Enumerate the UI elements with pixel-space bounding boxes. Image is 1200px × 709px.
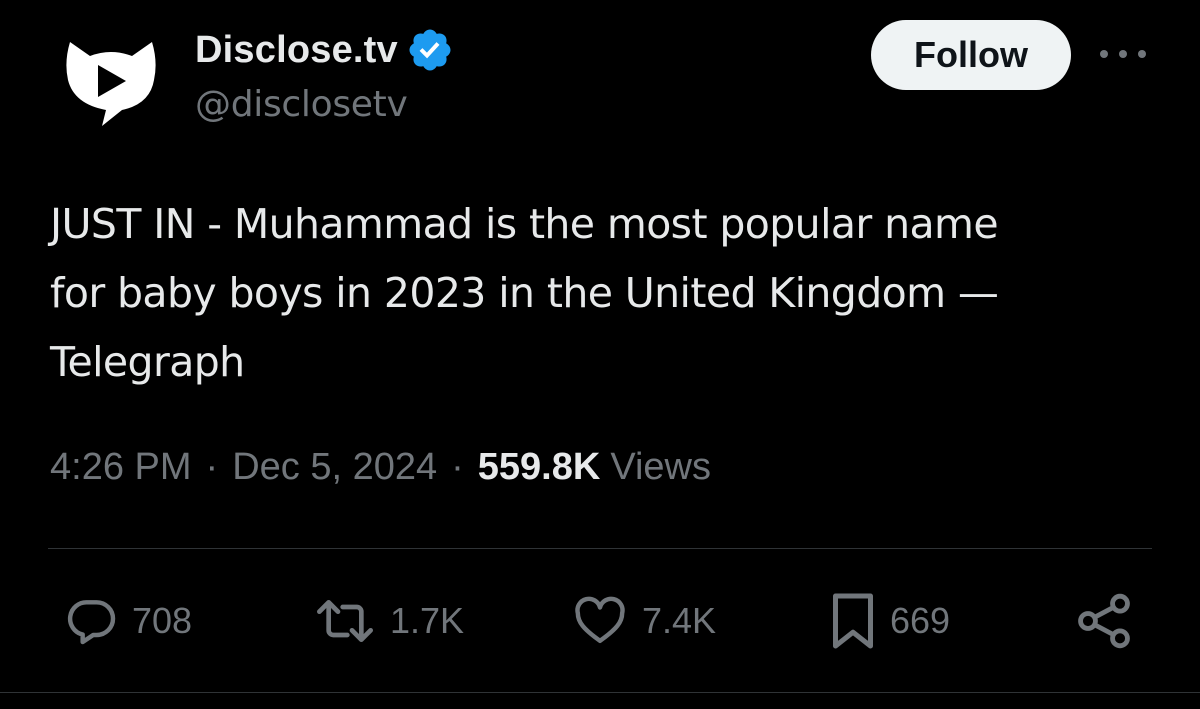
repost-count: 1.7K [390,600,465,641]
avatar[interactable] [62,38,160,128]
tweet-text-line: Telegraph [50,338,245,386]
share-icon [1078,593,1130,649]
bookmark-button[interactable]: 669 [828,588,950,654]
share-button[interactable] [1072,588,1136,654]
tweet-card: Disclose.tv @disclosetv Follow JUST IN -… [0,0,1200,709]
tweet-meta: 4:26 PM · Dec 5, 2024 · 559.8K Views [50,446,711,489]
action-bar: 708 1.7K 7.4K 669 [0,588,1200,658]
display-name-row[interactable]: Disclose.tv [195,24,454,76]
like-button[interactable]: 7.4K [570,588,716,654]
divider [48,548,1152,549]
dot [1100,50,1108,58]
tweet-date[interactable]: Dec 5, 2024 [232,446,437,489]
tweet-text-line: JUST IN - Muhammad is the most popular n… [50,200,999,248]
play-speech-bubble-logo-icon [66,42,156,126]
dot [1138,50,1146,58]
reply-button[interactable]: 708 [64,588,192,654]
tweet-text-line: for baby boys in 2023 in the United King… [50,269,999,317]
handle[interactable]: @disclosetv [195,84,408,125]
reply-icon [67,600,116,645]
tweet-time[interactable]: 4:26 PM [50,446,192,489]
display-name[interactable]: Disclose.tv [195,29,398,72]
verified-badge-icon [409,29,451,71]
views-count[interactable]: 559.8K [478,446,601,489]
more-dots-icon[interactable] [1100,44,1146,64]
views-label[interactable]: Views [610,446,711,489]
heart-icon [575,596,625,644]
tweet-text: JUST IN - Muhammad is the most popular n… [50,190,1160,397]
repost-button[interactable]: 1.7K [312,588,464,654]
bookmark-count: 669 [890,600,951,641]
reply-count: 708 [132,600,193,641]
like-count: 7.4K [642,600,717,641]
divider [0,692,1200,693]
follow-button[interactable]: Follow [871,20,1071,90]
meta-separator: · [451,446,464,488]
repost-icon [317,600,373,642]
dot [1119,50,1127,58]
bookmark-icon [833,593,873,649]
meta-separator: · [205,446,219,488]
